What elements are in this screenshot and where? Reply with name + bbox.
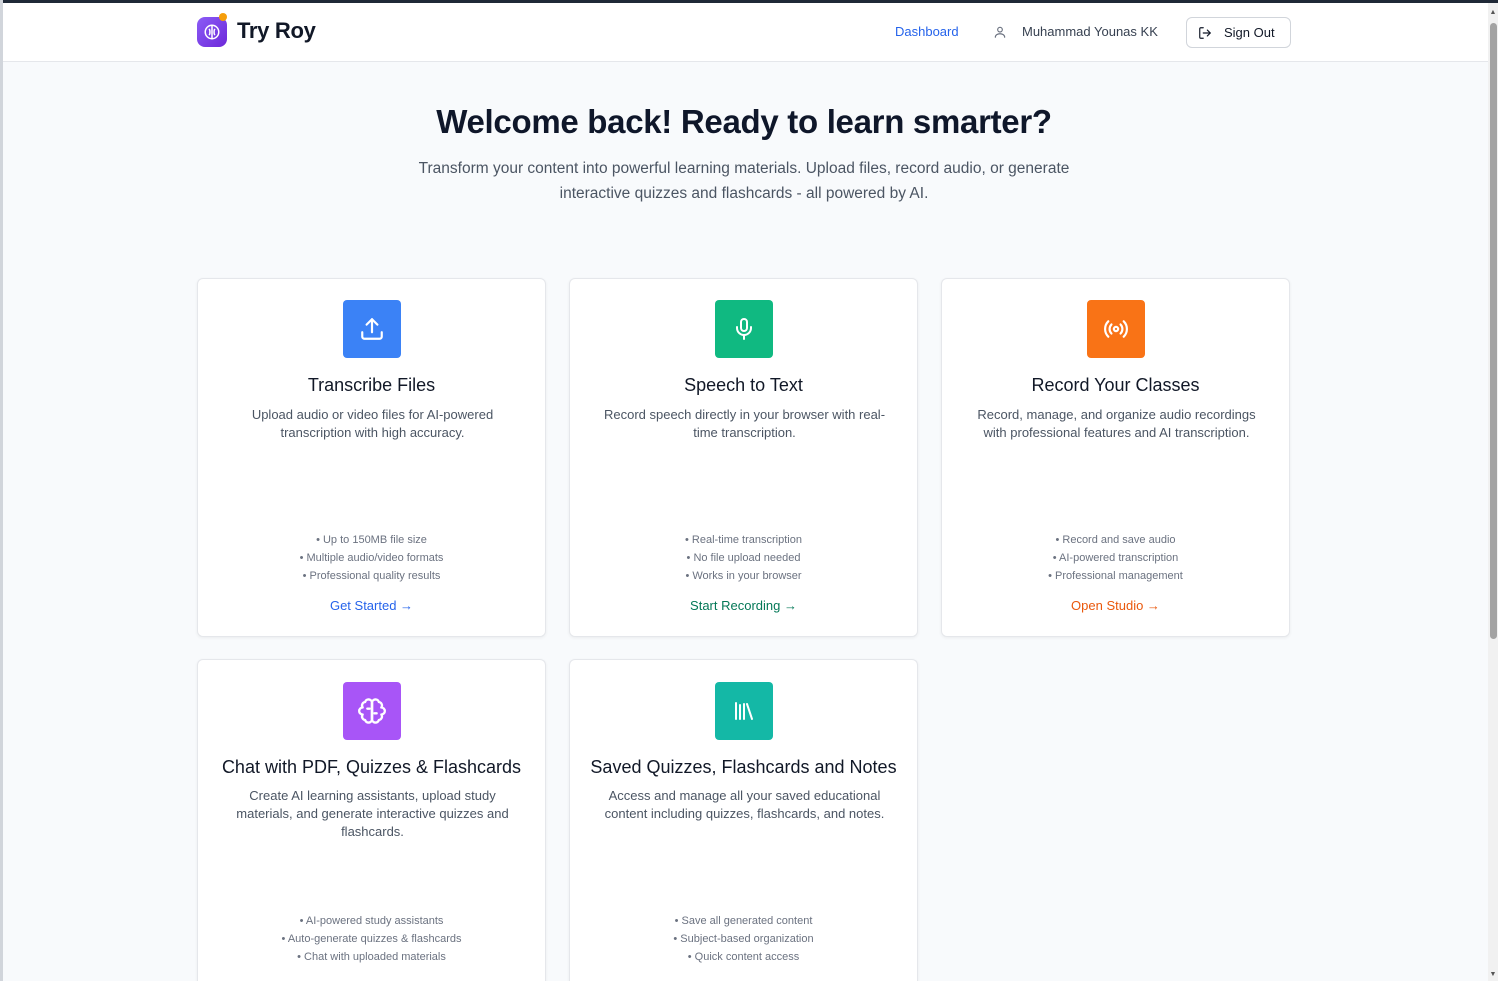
upload-icon xyxy=(343,300,401,358)
open-studio-link[interactable]: Open Studio → xyxy=(942,598,1289,613)
user-icon xyxy=(994,26,1006,38)
brain-icon xyxy=(343,682,401,740)
card-record-classes[interactable]: Record Your Classes Record, manage, and … xyxy=(941,278,1290,637)
feature-list: • Save all generated content • Subject-b… xyxy=(570,912,917,966)
user-name: Muhammad Younas KK xyxy=(1022,24,1158,39)
feature-list: • Up to 150MB file size • Multiple audio… xyxy=(198,531,545,585)
start-recording-link[interactable]: Start Recording → xyxy=(570,598,917,613)
card-title: Record Your Classes xyxy=(1031,375,1200,395)
feature-list: • Record and save audio • AI-powered tra… xyxy=(942,531,1289,585)
card-chat-pdf[interactable]: Chat with PDF, Quizzes & Flashcards Crea… xyxy=(197,659,546,981)
sign-out-label: Sign Out xyxy=(1224,25,1275,40)
feature-item: • Professional quality results xyxy=(302,570,441,582)
card-title: Transcribe Files xyxy=(307,375,436,395)
sign-out-icon xyxy=(1199,26,1211,39)
feature-item: • Auto-generate quizzes & flashcards xyxy=(281,933,462,945)
scroll-down-arrow-icon[interactable]: ▼ xyxy=(1489,971,1497,979)
scroll-up-arrow-icon[interactable]: ▲ xyxy=(1489,9,1497,17)
feature-item: • Up to 150MB file size xyxy=(316,534,427,546)
feature-item: • AI-powered study assistants xyxy=(299,915,444,927)
sparkle-icon xyxy=(219,13,227,21)
page-scrollbar[interactable]: ▲ ▼ xyxy=(1488,3,1498,981)
card-description: Access and manage all your saved educati… xyxy=(604,788,885,821)
sign-out-button[interactable]: Sign Out xyxy=(1186,17,1291,48)
feature-list: • AI-powered study assistants • Auto-gen… xyxy=(198,912,545,966)
microphone-icon xyxy=(715,300,773,358)
get-started-link[interactable]: Get Started → xyxy=(198,598,545,613)
scrollbar-thumb[interactable] xyxy=(1490,23,1497,639)
nav-dashboard-link[interactable]: Dashboard xyxy=(895,24,959,39)
card-description: Record speech directly in your browser w… xyxy=(603,407,886,440)
page-subtitle: Transform your content into powerful lea… xyxy=(418,160,1070,202)
library-icon xyxy=(715,682,773,740)
feature-item: • Multiple audio/video formats xyxy=(299,552,444,564)
broadcast-icon xyxy=(1087,300,1145,358)
card-transcribe-files[interactable]: Transcribe Files Upload audio or video f… xyxy=(197,278,546,637)
feature-list: • Real-time transcription • No file uplo… xyxy=(570,531,917,585)
card-title: Speech to Text xyxy=(684,375,803,395)
feature-item: • Subject-based organization xyxy=(673,933,814,945)
feature-item: • Save all generated content xyxy=(674,915,813,927)
feature-item: • Chat with uploaded materials xyxy=(297,951,446,963)
card-description: Create AI learning assistants, upload st… xyxy=(236,788,509,839)
card-saved-content[interactable]: Saved Quizzes, Flashcards and Notes Acce… xyxy=(569,659,918,981)
feature-item: • Works in your browser xyxy=(685,570,802,582)
card-title: Saved Quizzes, Flashcards and Notes xyxy=(590,757,897,777)
card-title: Chat with PDF, Quizzes & Flashcards xyxy=(221,757,522,777)
feature-item: • Real-time transcription xyxy=(685,534,802,546)
card-description: Upload audio or video files for AI-power… xyxy=(251,407,494,440)
brand-name[interactable]: Try Roy xyxy=(237,18,316,44)
feature-item: • Quick content access xyxy=(687,951,800,963)
window-left-border xyxy=(0,0,3,981)
card-speech-to-text[interactable]: Speech to Text Record speech directly in… xyxy=(569,278,918,637)
feature-item: • Professional management xyxy=(1048,570,1183,582)
feature-item: • No file upload needed xyxy=(686,552,801,564)
top-navbar: Try Roy Dashboard Muhammad Younas KK Sig… xyxy=(3,3,1488,62)
card-description: Record, manage, and organize audio recor… xyxy=(977,407,1256,440)
feature-item: • Record and save audio xyxy=(1055,534,1176,546)
brand-logo-icon[interactable] xyxy=(197,17,227,47)
page-title: Welcome back! Ready to learn smarter? xyxy=(436,103,1052,140)
feature-item: • AI-powered transcription xyxy=(1052,552,1179,564)
